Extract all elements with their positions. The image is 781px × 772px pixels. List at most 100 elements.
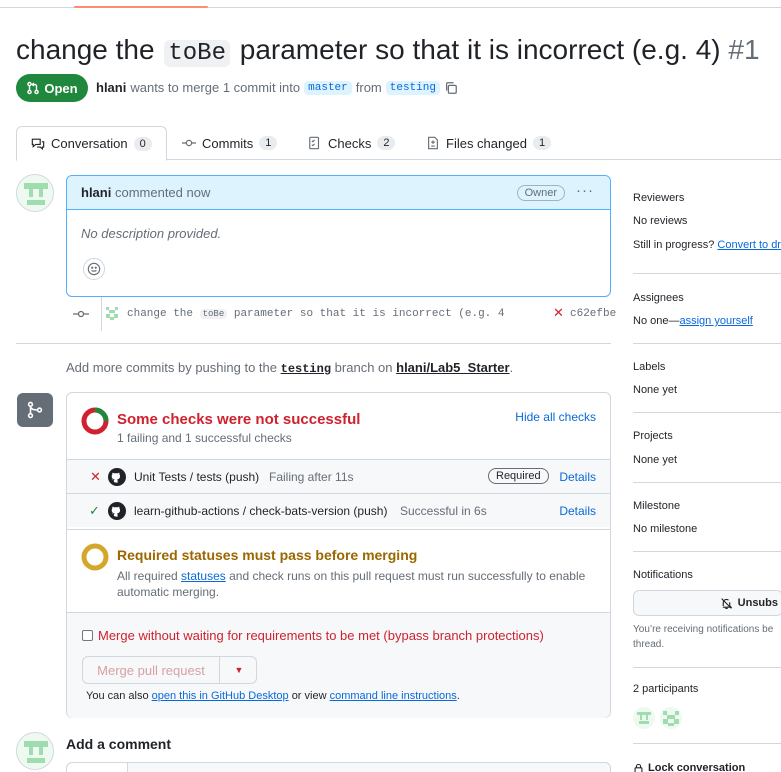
details-link[interactable]: Details bbox=[559, 504, 596, 518]
required-status-section: Required statuses must pass before mergi… bbox=[67, 529, 610, 612]
failure-icon: ✕ bbox=[90, 469, 101, 484]
divider bbox=[633, 551, 781, 552]
conversation-icon bbox=[31, 138, 45, 150]
head-branch[interactable]: testing bbox=[385, 80, 440, 95]
file-diff-icon bbox=[428, 136, 438, 150]
pending-icon bbox=[81, 543, 109, 571]
divider bbox=[16, 343, 611, 344]
tab-commits[interactable]: Commits 1 bbox=[168, 126, 291, 160]
hint-repo-link[interactable]: hlani/Lab5_Starter bbox=[396, 360, 509, 375]
github-desktop-link[interactable]: open this in GitHub Desktop bbox=[152, 690, 289, 702]
owner-badge: Owner bbox=[516, 185, 565, 201]
tab-count: 2 bbox=[377, 136, 396, 150]
merge-box: Some checks were not successful 1 failin… bbox=[66, 392, 611, 718]
github-icon bbox=[108, 502, 126, 520]
author-link[interactable]: hlani bbox=[96, 80, 126, 95]
tab-count: 0 bbox=[133, 136, 152, 151]
pr-number: #1 bbox=[728, 34, 760, 65]
title-code: toBe bbox=[164, 40, 230, 67]
push-hint: Add more commits by pushing to the testi… bbox=[66, 360, 513, 376]
from-text: from bbox=[355, 80, 382, 95]
statuses-link[interactable]: statuses bbox=[181, 569, 226, 583]
title-text-2: parameter so that it is incorrect (e.g. … bbox=[239, 34, 721, 65]
checks-title: Some checks were not successful bbox=[117, 411, 361, 428]
bypass-checkbox[interactable] bbox=[82, 630, 93, 641]
more-options-icon[interactable]: ··· bbox=[576, 182, 594, 199]
reviewers-heading[interactable]: Reviewers bbox=[633, 192, 684, 204]
bell-slash-icon bbox=[720, 597, 732, 609]
required-text: All required statuses and check runs on … bbox=[117, 568, 587, 600]
merge-method-dropdown[interactable]: ▼ bbox=[221, 657, 257, 683]
comment-time: commented now bbox=[114, 185, 211, 200]
pr-meta: hlani wants to merge 1 commit into maste… bbox=[96, 80, 458, 95]
top-nav-underline bbox=[0, 0, 781, 8]
lock-label: Lock conversation bbox=[648, 762, 746, 772]
merge-alternatives: You can also open this in GitHub Desktop… bbox=[86, 690, 460, 702]
comment-header: hlani commented now Owner ··· bbox=[67, 176, 610, 210]
state-badge: Open bbox=[16, 74, 88, 102]
comment-author[interactable]: hlani bbox=[81, 185, 111, 200]
write-tab[interactable] bbox=[67, 763, 128, 772]
divider bbox=[633, 667, 781, 668]
milestone-value: No milestone bbox=[633, 523, 698, 535]
participant-avatar[interactable] bbox=[633, 707, 655, 729]
sidebar: Reviewers No reviews Still in progress? … bbox=[633, 190, 781, 772]
details-link[interactable]: Details bbox=[559, 470, 596, 484]
avatar[interactable] bbox=[16, 174, 54, 212]
lock-conversation[interactable]: Lock conversation bbox=[633, 762, 745, 772]
active-nav-indicator bbox=[74, 6, 208, 8]
base-branch[interactable]: master bbox=[304, 80, 352, 95]
check-name[interactable]: Unit Tests / tests (push) bbox=[134, 470, 259, 484]
pr-tabs: Conversation 0 Commits 1 Checks 2 Files cha… bbox=[16, 126, 781, 161]
checks-subtitle: 1 failing and 1 successful checks bbox=[117, 431, 292, 445]
commit-sha[interactable]: c62efbe bbox=[570, 308, 616, 320]
hint-branch[interactable]: testing bbox=[281, 362, 331, 376]
github-icon bbox=[108, 468, 126, 486]
reviewers-value: No reviews bbox=[633, 215, 688, 227]
projects-value: None yet bbox=[633, 454, 678, 466]
participants-heading: 2 participants bbox=[633, 683, 699, 695]
add-reaction-button[interactable] bbox=[83, 258, 105, 280]
labels-heading[interactable]: Labels bbox=[633, 361, 665, 373]
check-name[interactable]: learn-github-actions / check-bats-versio… bbox=[134, 504, 387, 518]
assignees-heading[interactable]: Assignees bbox=[633, 292, 684, 304]
bypass-label[interactable]: Merge without waiting for requirements t… bbox=[98, 628, 544, 643]
divider bbox=[633, 482, 781, 483]
unsubscribe-button[interactable]: Unsubs bbox=[633, 590, 781, 616]
tab-label: Files changed bbox=[446, 135, 527, 151]
comment-body: No description provided. bbox=[81, 226, 222, 241]
tab-files-changed[interactable]: Files changed 1 bbox=[412, 126, 565, 160]
milestone-heading[interactable]: Milestone bbox=[633, 500, 680, 512]
commit-message[interactable]: change the toBe parameter so that it is … bbox=[127, 308, 505, 320]
identicon bbox=[17, 733, 53, 769]
tab-conversation[interactable]: Conversation 0 bbox=[16, 126, 167, 161]
notif-line: You’re receiving notifications be bbox=[633, 624, 774, 635]
convert-draft-link[interactable]: Convert to dra bbox=[717, 239, 781, 251]
alt-text: or view bbox=[291, 690, 327, 702]
checks-status-ring bbox=[81, 407, 109, 435]
alt-text: . bbox=[456, 690, 460, 702]
cli-instructions-link[interactable]: command line instructions bbox=[330, 690, 457, 702]
tab-count: 1 bbox=[259, 136, 278, 150]
tab-label: Conversation bbox=[51, 136, 128, 151]
bypass-option[interactable]: Merge without waiting for requirements t… bbox=[82, 628, 544, 643]
tab-label: Checks bbox=[328, 135, 372, 151]
required-title: Required statuses must pass before mergi… bbox=[117, 547, 418, 563]
no-one-text: No one— bbox=[633, 315, 680, 327]
divider bbox=[633, 273, 781, 274]
merge-pull-request-button[interactable]: Merge pull request bbox=[83, 657, 220, 683]
merge-icon-box bbox=[17, 393, 53, 427]
copy-icon[interactable] bbox=[444, 81, 458, 95]
check-failed-icon[interactable]: ✕ bbox=[553, 305, 564, 321]
commit-msg-part: change the bbox=[127, 308, 194, 320]
notifications-heading: Notifications bbox=[633, 569, 693, 581]
assign-yourself-link[interactable]: assign yourself bbox=[679, 315, 752, 327]
comment-editor[interactable] bbox=[66, 762, 611, 772]
participant-avatar[interactable] bbox=[660, 707, 682, 729]
tab-checks[interactable]: Checks 2 bbox=[294, 126, 409, 160]
check-status: Failing after 11s bbox=[269, 470, 354, 484]
projects-heading[interactable]: Projects bbox=[633, 430, 673, 442]
avatar[interactable] bbox=[16, 732, 54, 770]
commit-author-avatar[interactable] bbox=[104, 305, 120, 321]
hide-all-checks-link[interactable]: Hide all checks bbox=[515, 410, 596, 424]
